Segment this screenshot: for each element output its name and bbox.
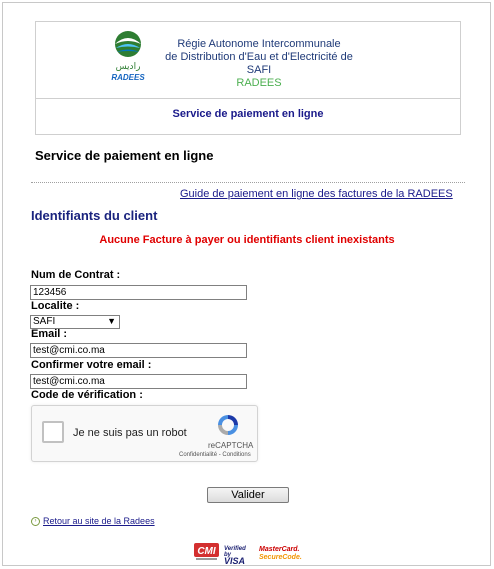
localite-label: Localite : <box>31 300 80 312</box>
header-box: راديس RADEES Régie Autonome Intercommuna… <box>35 21 461 135</box>
recaptcha-widget: Je ne suis pas un robot reCAPTCHA Confid… <box>31 405 258 462</box>
payment-guide-link[interactable]: Guide de paiement en ligne des factures … <box>180 188 453 200</box>
cmi-logo: CMI <box>194 543 219 560</box>
confirm-email-input[interactable] <box>30 374 247 389</box>
dropdown-arrow-icon: ▼ <box>107 316 116 326</box>
email-label: Email : <box>31 328 68 340</box>
recaptcha-brand: reCAPTCHA <box>208 441 254 450</box>
divider <box>31 182 465 183</box>
recaptcha-checkbox[interactable] <box>42 421 64 443</box>
recaptcha-terms[interactable]: Confidentialité - Conditions <box>179 452 251 458</box>
back-bullet-icon: › <box>31 517 40 527</box>
recaptcha-text: Je ne suis pas un robot <box>73 427 187 439</box>
radees-logo: راديس RADEES <box>111 31 145 82</box>
svg-text:RADEES: RADEES <box>111 73 145 82</box>
svg-text:CMI: CMI <box>197 546 216 557</box>
confirm-email-label: Confirmer votre email : <box>31 359 152 371</box>
header-service-title: Service de paiement en ligne <box>172 108 324 120</box>
error-message: Aucune Facture à payer ou identifiants c… <box>99 234 395 246</box>
org-title: Régie Autonome Intercommunale de Distrib… <box>165 38 353 89</box>
verified-by-visa-logo: Verified by VISA <box>224 546 246 566</box>
back-link[interactable]: › Retour au site de la Radees <box>31 516 155 527</box>
email-input[interactable] <box>30 343 247 358</box>
section-title: Identifiants du client <box>31 208 158 223</box>
submit-button[interactable]: Valider <box>207 487 289 503</box>
contract-input[interactable] <box>30 285 247 300</box>
mastercard-securecode-logo: MasterCard. SecureCode. <box>259 546 302 561</box>
contract-label: Num de Contrat : <box>31 269 121 281</box>
verification-code-label: Code de vérification : <box>31 389 143 401</box>
header-divider <box>36 98 460 99</box>
page-title: Service de paiement en ligne <box>35 148 214 163</box>
svg-text:راديس: راديس <box>116 62 141 72</box>
localite-select[interactable]: SAFI ▼ <box>30 315 120 329</box>
recaptcha-icon <box>218 415 238 435</box>
